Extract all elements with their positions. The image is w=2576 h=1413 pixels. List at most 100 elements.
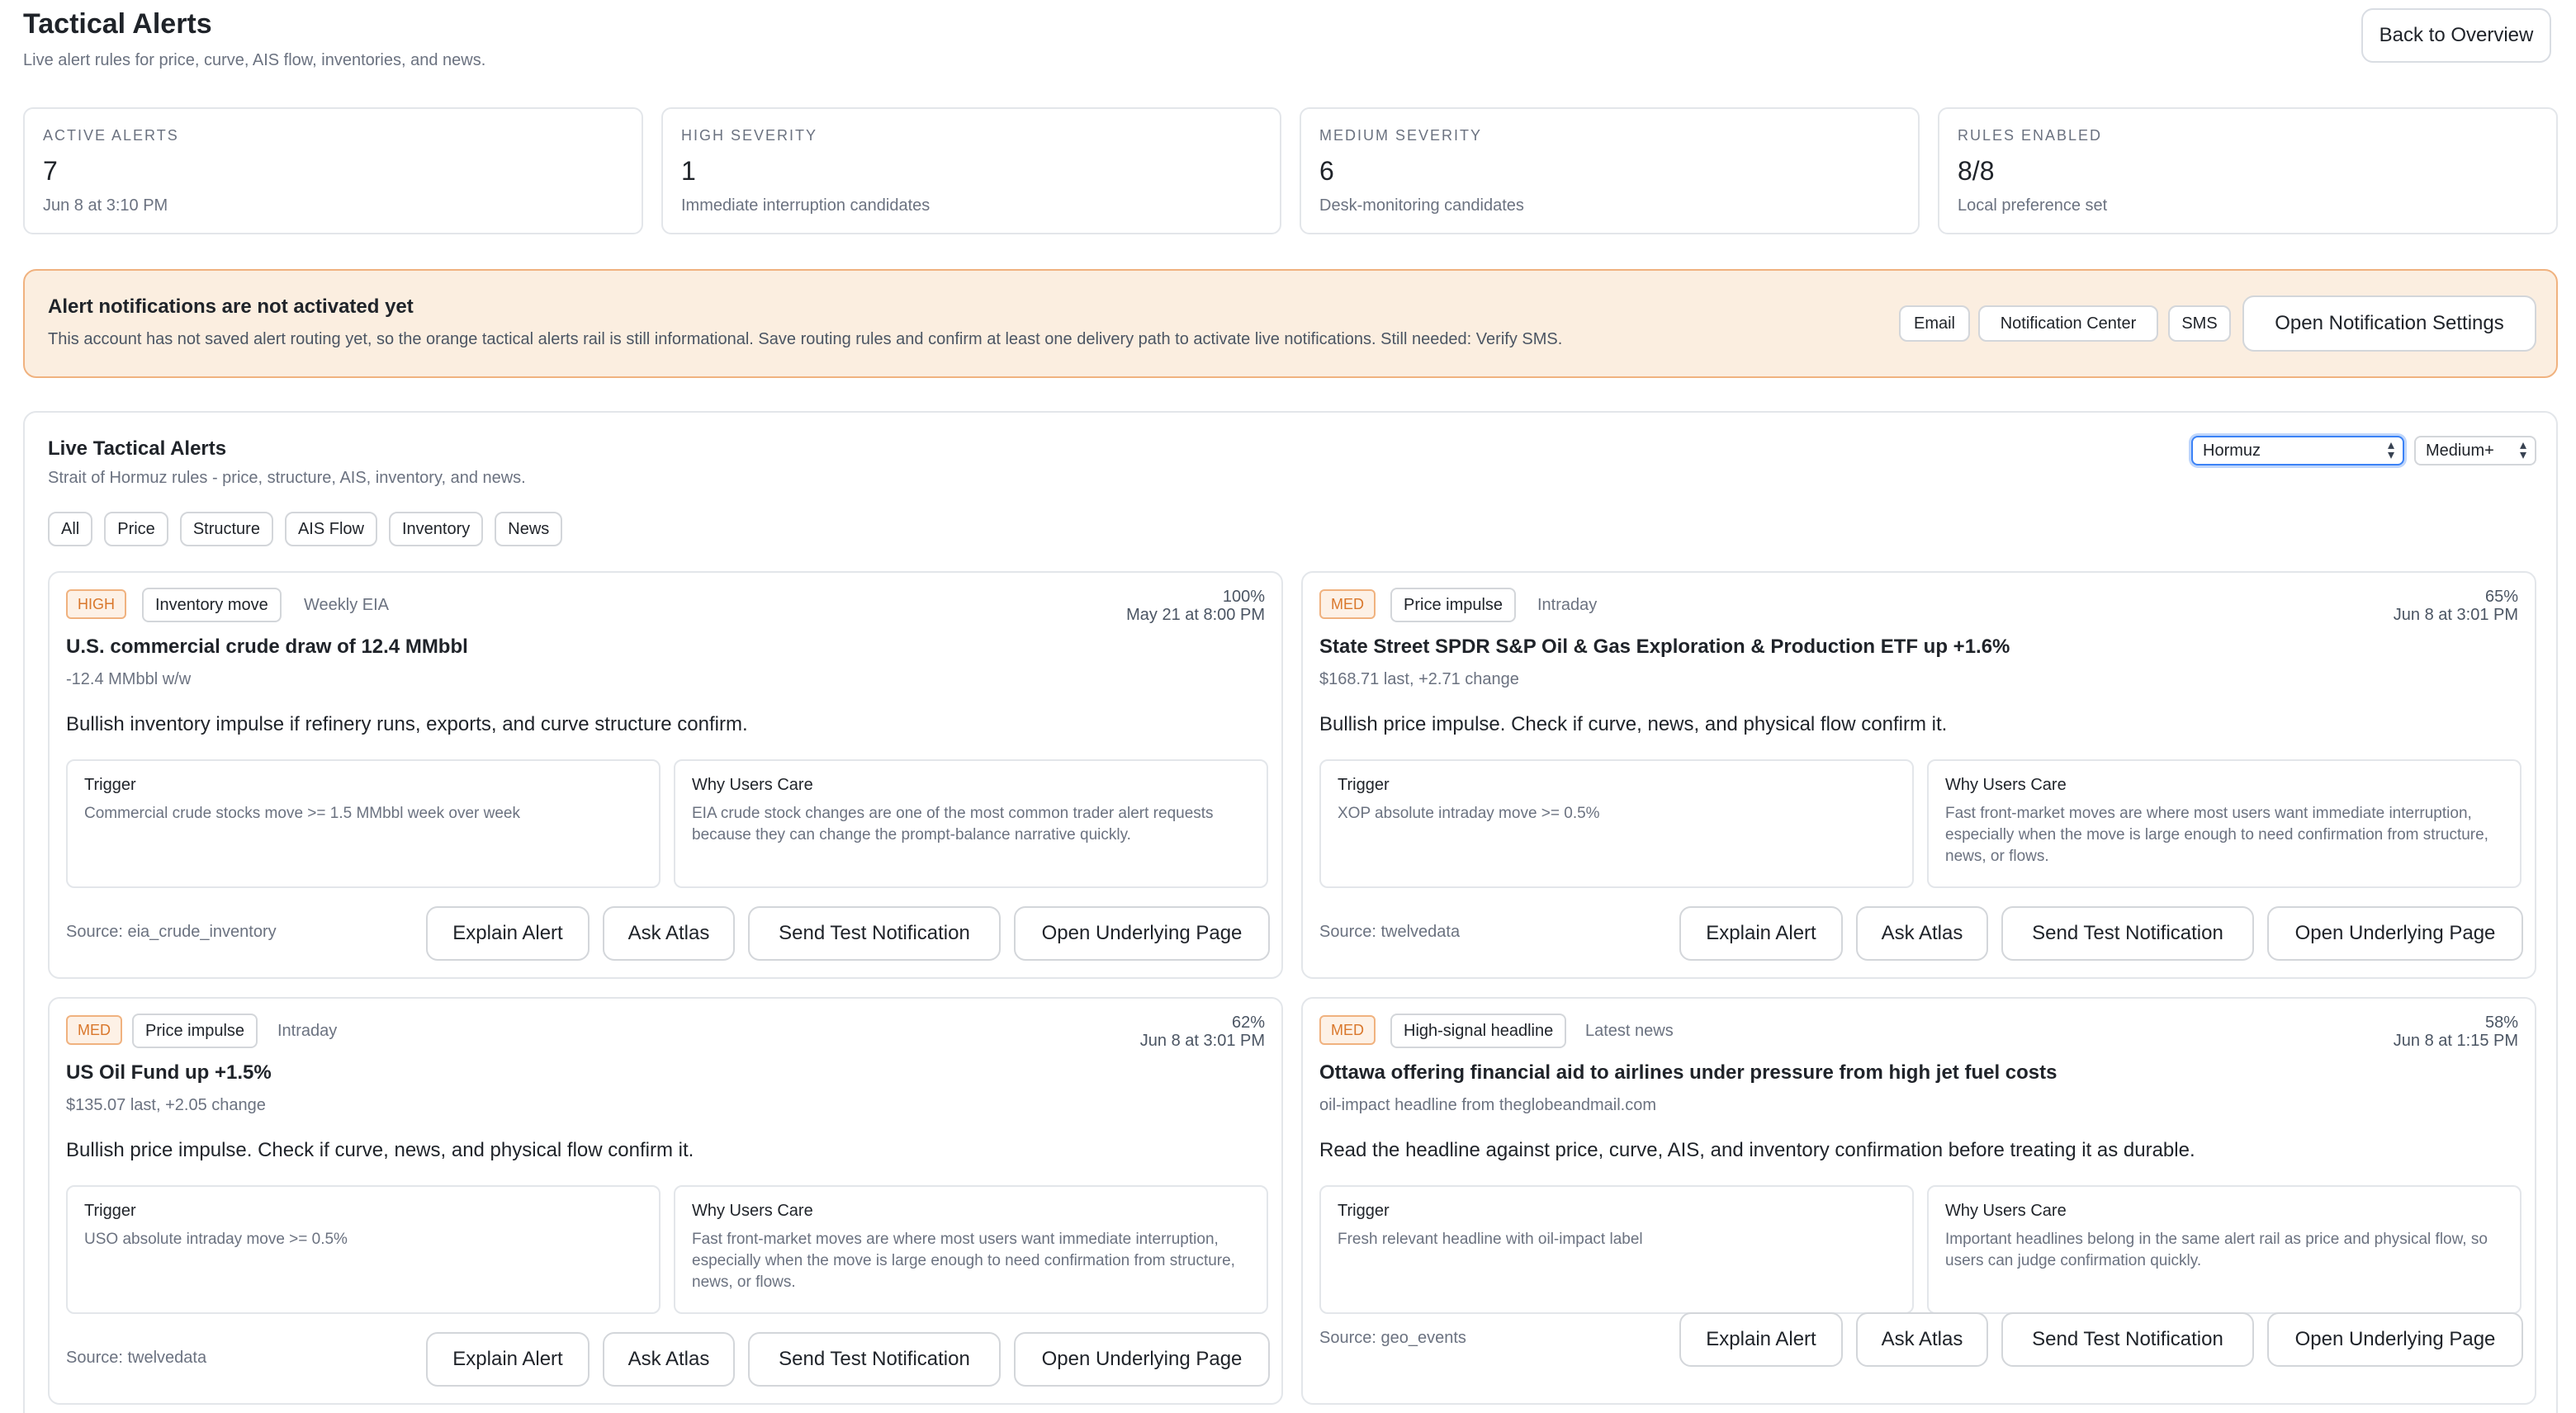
stat-card-rules-enabled: RULES ENABLED 8/8 Local preference set [1938,107,2558,234]
severity-badge: MED [66,1015,122,1045]
explain-alert-button[interactable]: Explain Alert [426,906,590,961]
stat-value: 7 [43,156,58,186]
why-heading: Why Users Care [692,776,813,794]
frequency-label: Intraday [1537,596,1598,614]
stat-label: RULES ENABLED [1958,127,2103,144]
ask-atlas-button[interactable]: Ask Atlas [603,1332,735,1387]
stat-value: 8/8 [1958,156,1995,186]
page-title: Tactical Alerts [23,8,212,40]
filter-chip-price[interactable]: Price [104,512,168,546]
alert-card: MED Price impulse Intraday 65% Jun 8 at … [1301,571,2536,979]
category-tag: Inventory move [142,588,282,622]
page-subtitle: Live alert rules for price, curve, AIS f… [23,51,486,69]
trigger-heading: Trigger [1338,1202,1390,1220]
filter-chip-all[interactable]: All [48,512,93,546]
alert-source: Source: eia_crude_inventory [66,923,277,941]
stat-value: 6 [1319,156,1334,186]
explain-alert-button[interactable]: Explain Alert [1679,1312,1843,1367]
alert-description: Bullish inventory impulse if refinery ru… [66,713,748,735]
stat-label: HIGH SEVERITY [681,127,818,144]
severity-select[interactable]: Medium+ ▴ ▾ [2414,436,2536,465]
why-heading: Why Users Care [1945,1202,2067,1220]
alert-title: U.S. commercial crude draw of 12.4 MMbbl [66,636,468,658]
stat-label: ACTIVE ALERTS [43,127,179,144]
frequency-label: Intraday [277,1022,338,1040]
stat-card-medium-severity: MEDIUM SEVERITY 6 Desk-monitoring candid… [1300,107,1920,234]
severity-badge: MED [1319,1015,1376,1045]
filter-chip-inventory[interactable]: Inventory [389,512,484,546]
confidence-value: 100% [1222,588,1265,606]
trigger-text: USO absolute intraday move >= 0.5% [84,1231,348,1248]
stat-note: Local preference set [1958,196,2108,215]
ask-atlas-button[interactable]: Ask Atlas [603,906,735,961]
why-users-care-box: Why Users Care Fast front-market moves a… [1927,759,2522,888]
send-test-notification-button[interactable]: Send Test Notification [748,906,1001,961]
channel-chip-sms[interactable]: SMS [2168,305,2231,342]
open-notification-settings-button[interactable]: Open Notification Settings [2242,295,2536,352]
open-underlying-page-button[interactable]: Open Underlying Page [1014,1332,1270,1387]
filter-chip-news[interactable]: News [495,512,563,546]
alert-timestamp: Jun 8 at 3:01 PM [1139,1032,1265,1050]
notification-warning-banner: Alert notifications are not activated ye… [23,269,2558,378]
category-tag: Price impulse [1390,588,1517,622]
alert-source: Source: twelvedata [1319,923,1461,941]
ask-atlas-button[interactable]: Ask Atlas [1856,1312,1988,1367]
banner-text: This account has not saved alert routing… [48,330,1563,348]
frequency-label: Latest news [1585,1022,1674,1040]
severity-badge: MED [1319,589,1376,619]
alert-metric: $135.07 last, +2.05 change [66,1096,266,1114]
alert-timestamp: May 21 at 8:00 PM [1126,606,1265,624]
severity-select-value: Medium+ [2426,441,2494,460]
trigger-box: Trigger Commercial crude stocks move >= … [66,759,661,888]
updown-chevron-icon: ▴ ▾ [2519,438,2526,462]
back-to-overview-button[interactable]: Back to Overview [2361,8,2551,63]
alert-metric: -12.4 MMbbl w/w [66,670,192,688]
alert-card: MED High-signal headline Latest news 58%… [1301,997,2536,1405]
channel-chip-email[interactable]: Email [1899,305,1970,342]
open-underlying-page-button[interactable]: Open Underlying Page [2267,906,2523,961]
filter-chips: All Price Structure AIS Flow Inventory N… [48,512,563,546]
alert-title: Ottawa offering financial aid to airline… [1319,1061,2057,1084]
stat-card-high-severity: HIGH SEVERITY 1 Immediate interruption c… [661,107,1281,234]
confidence-value: 58% [2484,1014,2518,1032]
stat-note: Immediate interruption candidates [681,196,930,215]
why-heading: Why Users Care [1945,776,2067,794]
confidence-value: 62% [1231,1014,1265,1032]
stat-value: 1 [681,156,696,186]
region-select-value: Hormuz [2203,441,2261,460]
send-test-notification-button[interactable]: Send Test Notification [2001,906,2254,961]
ask-atlas-button[interactable]: Ask Atlas [1856,906,1988,961]
alert-source: Source: geo_events [1319,1329,1466,1347]
category-tag: High-signal headline [1390,1014,1567,1048]
filter-chip-ais-flow[interactable]: AIS Flow [284,512,377,546]
open-underlying-page-button[interactable]: Open Underlying Page [1014,906,1270,961]
alert-metric: $168.71 last, +2.71 change [1319,670,1519,688]
trigger-heading: Trigger [1338,776,1390,794]
stat-note: Jun 8 at 3:10 PM [43,196,168,215]
severity-badge: HIGH [66,589,126,619]
stat-note: Desk-monitoring candidates [1319,196,1524,215]
why-users-care-box: Why Users Care Important headlines belon… [1927,1185,2522,1314]
stats-row: ACTIVE ALERTS 7 Jun 8 at 3:10 PM HIGH SE… [23,107,2558,234]
alert-timestamp: Jun 8 at 3:01 PM [2393,606,2518,624]
stat-card-active-alerts: ACTIVE ALERTS 7 Jun 8 at 3:10 PM [23,107,643,234]
alert-timestamp: Jun 8 at 1:15 PM [2393,1032,2518,1050]
alert-title: US Oil Fund up +1.5% [66,1061,272,1084]
alert-description: Bullish price impulse. Check if curve, n… [66,1139,694,1161]
filter-chip-structure[interactable]: Structure [179,512,273,546]
explain-alert-button[interactable]: Explain Alert [426,1332,590,1387]
alert-source: Source: twelvedata [66,1349,207,1367]
region-select[interactable]: Hormuz ▴ ▾ [2191,436,2404,465]
live-tactical-alerts-panel: Live Tactical Alerts Strait of Hormuz ru… [23,411,2558,1413]
alert-card: HIGH Inventory move Weekly EIA 100% May … [48,571,1283,979]
why-users-care-box: Why Users Care Fast front-market moves a… [674,1185,1268,1314]
trigger-text: Commercial crude stocks move >= 1.5 MMbb… [84,805,520,822]
channel-chip-notification-center[interactable]: Notification Center [1978,305,2158,342]
send-test-notification-button[interactable]: Send Test Notification [748,1332,1001,1387]
why-text: EIA crude stock changes are one of the m… [692,805,1214,844]
updown-chevron-icon: ▴ ▾ [2387,438,2394,462]
send-test-notification-button[interactable]: Send Test Notification [2001,1312,2254,1367]
stat-label: MEDIUM SEVERITY [1319,127,1483,144]
open-underlying-page-button[interactable]: Open Underlying Page [2267,1312,2523,1367]
explain-alert-button[interactable]: Explain Alert [1679,906,1843,961]
